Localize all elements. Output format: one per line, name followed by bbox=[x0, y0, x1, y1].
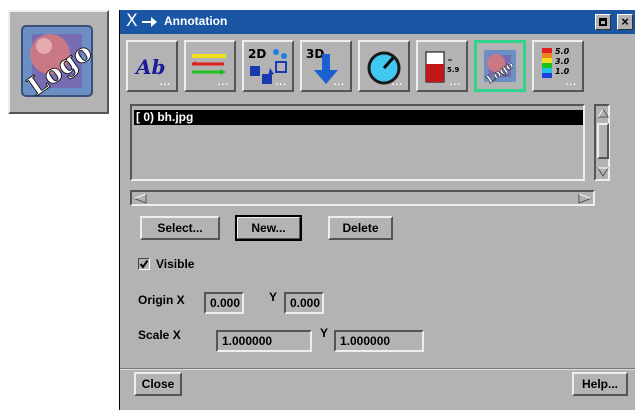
title-bar[interactable]: X Annotation × bbox=[120, 10, 635, 34]
close-button[interactable]: Close bbox=[134, 372, 182, 396]
scroll-up-arrow-icon[interactable] bbox=[597, 107, 609, 119]
svg-text:5.9: 5.9 bbox=[447, 66, 460, 74]
svg-text:2D: 2D bbox=[248, 47, 266, 61]
logo-icon: Logo bbox=[478, 44, 522, 88]
svg-text:1.0: 1.0 bbox=[555, 67, 570, 76]
svg-text:5.0: 5.0 bbox=[555, 47, 570, 56]
delete-button[interactable]: Delete bbox=[328, 216, 393, 240]
origin-y-label: Y bbox=[269, 290, 278, 304]
visible-checkbox[interactable] bbox=[138, 258, 150, 270]
tool-3d-more: ... bbox=[333, 77, 345, 88]
tool-dial-more: ... bbox=[391, 77, 403, 88]
x-window-icon: X bbox=[126, 11, 138, 31]
tool-bar-more: ... bbox=[449, 77, 461, 88]
visible-label: Visible bbox=[156, 257, 195, 271]
separator bbox=[120, 368, 635, 370]
svg-text:3.0: 3.0 bbox=[555, 57, 570, 66]
tool-legend-button[interactable]: 5.0 3.0 1.0 ... bbox=[532, 40, 584, 92]
tool-3d-button[interactable]: 3D ... bbox=[300, 40, 352, 92]
origin-x-field[interactable]: 0.000 bbox=[204, 292, 244, 314]
checkmark-icon bbox=[139, 259, 149, 269]
tool-lines-button[interactable]: ... bbox=[184, 40, 236, 92]
help-button[interactable]: Help... bbox=[572, 372, 628, 396]
tool-bar-button[interactable]: 5.9 ... bbox=[416, 40, 468, 92]
tool-lines-more: ... bbox=[217, 77, 229, 88]
tool-logo-button[interactable]: Logo bbox=[474, 40, 526, 92]
scale-x-label: Scale X bbox=[138, 328, 181, 342]
new-button[interactable]: New... bbox=[235, 215, 302, 241]
svg-text:3D: 3D bbox=[306, 47, 324, 61]
scroll-down-arrow-icon[interactable] bbox=[597, 166, 609, 178]
maximize-icon bbox=[599, 18, 607, 26]
tool-2d-more: ... bbox=[275, 77, 287, 88]
svg-text:Ab: Ab bbox=[134, 55, 166, 79]
origin-y-field[interactable]: 0.000 bbox=[284, 292, 324, 314]
select-button[interactable]: Select... bbox=[140, 216, 220, 240]
tool-2d-button[interactable]: 2D ... bbox=[242, 40, 294, 92]
list-horizontal-scrollbar[interactable] bbox=[130, 190, 595, 206]
scrollbar-thumb[interactable] bbox=[597, 123, 609, 159]
tool-legend-more: ... bbox=[565, 77, 577, 88]
scale-y-label: Y bbox=[320, 326, 329, 340]
annotation-window: X Annotation × Ab ... ... 2D ... 3D ... … bbox=[119, 10, 635, 410]
maximize-button[interactable] bbox=[595, 14, 611, 30]
annotation-toolbar: Ab ... ... 2D ... 3D ... ... 5.9 ... Log… bbox=[126, 40, 596, 92]
tool-text-more: ... bbox=[159, 77, 171, 88]
tool-dial-button[interactable]: ... bbox=[358, 40, 410, 92]
pin-icon[interactable] bbox=[141, 16, 161, 28]
scale-x-field[interactable]: 1.000000 bbox=[216, 330, 312, 352]
scroll-left-arrow-icon[interactable] bbox=[133, 193, 147, 204]
logo-icon-graphic: Logo bbox=[21, 25, 98, 103]
scale-y-field[interactable]: 1.000000 bbox=[334, 330, 424, 352]
list-vertical-scrollbar[interactable] bbox=[594, 104, 610, 181]
logo-icon[interactable]: Logo bbox=[8, 10, 109, 114]
close-window-button[interactable]: × bbox=[617, 14, 633, 30]
origin-x-label: Origin X bbox=[138, 293, 185, 307]
tool-text-button[interactable]: Ab ... bbox=[126, 40, 178, 92]
list-item[interactable]: [ 0) bh.jpg bbox=[134, 110, 583, 125]
annotation-list[interactable]: [ 0) bh.jpg bbox=[130, 104, 585, 181]
scroll-right-arrow-icon[interactable] bbox=[578, 193, 592, 204]
window-title: Annotation bbox=[164, 14, 228, 28]
